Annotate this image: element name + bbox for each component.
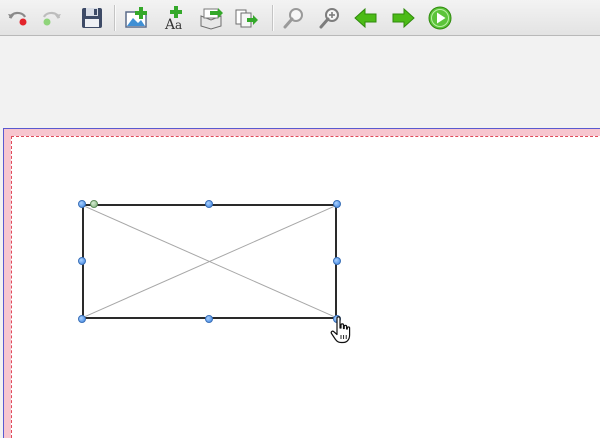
zoom-out-button[interactable]	[280, 4, 308, 32]
resize-handle-bottom[interactable]	[205, 315, 213, 323]
zoom-in-button[interactable]	[316, 4, 344, 32]
zoom-in-icon	[319, 8, 339, 29]
hand-pointer-icon	[330, 316, 351, 344]
placeholder-cross-icon	[84, 206, 335, 317]
play-button[interactable]	[426, 4, 454, 32]
export-pages-button[interactable]	[232, 4, 260, 32]
arrow-left-icon	[354, 7, 377, 29]
resize-handle-left[interactable]	[78, 257, 86, 265]
add-text-icon: A a	[164, 6, 182, 31]
undo-button[interactable]	[3, 4, 31, 32]
resize-handle-right[interactable]	[333, 257, 341, 265]
floppy-disk-icon	[82, 8, 102, 28]
resize-handle-bottom-left[interactable]	[78, 315, 86, 323]
toolbar-separator	[272, 5, 274, 31]
redo-icon	[43, 11, 61, 26]
add-text-button[interactable]: A a	[162, 4, 190, 32]
previous-page-button[interactable]	[352, 4, 380, 32]
redo-button[interactable]	[38, 4, 66, 32]
undo-icon	[8, 11, 27, 26]
save-button[interactable]	[78, 4, 106, 32]
next-page-button[interactable]	[389, 4, 417, 32]
play-icon	[428, 6, 452, 30]
svg-text:a: a	[175, 18, 182, 31]
resize-handle-top[interactable]	[205, 200, 213, 208]
export-pages-icon	[235, 9, 258, 28]
import-icon	[200, 8, 223, 30]
toolbar-separator	[114, 5, 116, 31]
resize-handle-top-left[interactable]	[78, 200, 86, 208]
add-image-button[interactable]	[123, 4, 151, 32]
resize-handle-top-right[interactable]	[333, 200, 341, 208]
image-placeholder-frame[interactable]	[82, 204, 337, 319]
rotate-handle[interactable]	[90, 200, 98, 208]
main-toolbar: A a	[0, 0, 600, 36]
add-image-icon	[125, 7, 147, 28]
arrow-right-icon	[392, 7, 415, 29]
import-button[interactable]	[197, 4, 225, 32]
zoom-out-icon	[283, 8, 303, 29]
